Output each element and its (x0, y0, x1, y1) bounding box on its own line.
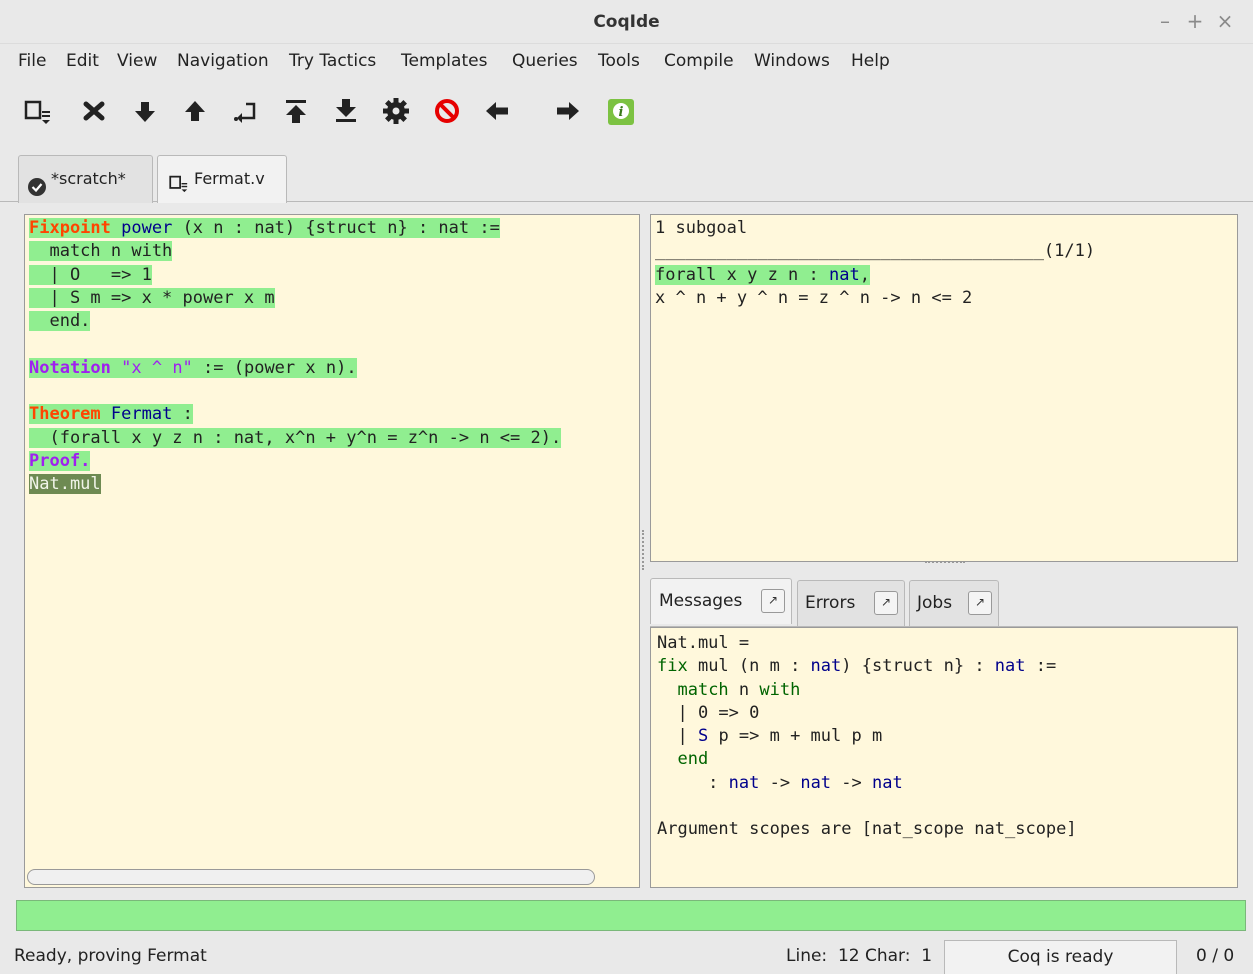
status-message: Ready, proving Fermat (14, 946, 207, 966)
coq-status: Coq is ready (944, 940, 1177, 974)
menu-queries[interactable]: Queries (512, 44, 578, 78)
compile-gear-icon[interactable] (379, 94, 413, 128)
tab-messages-label: Messages (659, 591, 743, 611)
previous-occurrence-icon[interactable] (480, 94, 514, 128)
horizontal-scrollbar[interactable] (27, 869, 595, 885)
backward-icon[interactable] (178, 94, 212, 128)
window-title: CoqIde (593, 12, 660, 32)
interrupt-icon[interactable] (430, 94, 464, 128)
goals-pane: 1 subgoal ______________________________… (650, 214, 1238, 562)
processing-progress-bar (16, 900, 1246, 931)
check-circle-icon (27, 169, 47, 196)
detach-jobs-icon[interactable]: ↗ (968, 591, 992, 615)
script-code: Fixpoint power (x n : nat) {struct n} : … (29, 218, 562, 495)
menu-help[interactable]: Help (851, 44, 890, 78)
toolbar: i (0, 84, 1253, 140)
vertical-pane-splitter[interactable] (642, 530, 648, 570)
minimize-button[interactable]: – (1152, 8, 1178, 34)
detach-errors-icon[interactable]: ↗ (874, 591, 898, 615)
menu-view[interactable]: View (117, 44, 157, 78)
menu-file[interactable]: File (18, 44, 46, 78)
menu-tools[interactable]: Tools (598, 44, 640, 78)
svg-text:i: i (619, 105, 624, 120)
cursor-position: Line: 12 Char: 1 (786, 946, 933, 966)
save-icon (166, 167, 190, 193)
horizontal-pane-splitter[interactable] (925, 561, 965, 569)
script-editor[interactable]: Fixpoint power (x n : nat) {struct n} : … (24, 214, 640, 888)
job-count: 0 / 0 (1196, 946, 1235, 966)
close-window-button[interactable]: × (1212, 8, 1238, 34)
about-info-icon[interactable]: i (604, 94, 638, 128)
forward-icon[interactable] (128, 94, 162, 128)
goto-end-icon[interactable] (329, 94, 363, 128)
next-occurrence-icon[interactable] (551, 94, 585, 128)
goto-start-icon[interactable] (279, 94, 313, 128)
close-icon[interactable] (77, 94, 111, 128)
tab-errors-label: Errors (805, 593, 856, 613)
tab-fermat-label: Fermat.v (194, 169, 265, 188)
menu-templates[interactable]: Templates (401, 44, 487, 78)
tab-fermat[interactable]: Fermat.v (157, 155, 287, 203)
menu-navigation[interactable]: Navigation (177, 44, 269, 78)
menu-compile[interactable]: Compile (664, 44, 734, 78)
save-icon[interactable] (20, 94, 54, 128)
menu-edit[interactable]: Edit (66, 44, 99, 78)
tab-jobs[interactable]: Jobs ↗ (909, 580, 999, 626)
menu-windows[interactable]: Windows (754, 44, 830, 78)
maximize-button[interactable]: + (1182, 8, 1208, 34)
menu-try-tactics[interactable]: Try Tactics (289, 44, 376, 78)
goals-text: 1 subgoal ______________________________… (655, 218, 1096, 308)
detach-messages-icon[interactable]: ↗ (761, 589, 785, 613)
tab-scratch[interactable]: *scratch* (18, 155, 153, 203)
menu-bar: File Edit View Navigation Try Tactics Te… (0, 44, 1253, 78)
tab-scratch-label: *scratch* (51, 169, 126, 188)
messages-text: Nat.mul = fix mul (n m : nat) {struct n}… (657, 633, 1077, 840)
messages-pane: Nat.mul = fix mul (n m : nat) {struct n}… (650, 627, 1238, 888)
tab-messages[interactable]: Messages ↗ (650, 578, 792, 624)
goto-cursor-icon[interactable] (228, 94, 262, 128)
tab-jobs-label: Jobs (917, 593, 953, 613)
status-bar: Ready, proving Fermat Line: 12 Char: 1 C… (0, 940, 1253, 974)
tab-errors[interactable]: Errors ↗ (797, 580, 905, 626)
